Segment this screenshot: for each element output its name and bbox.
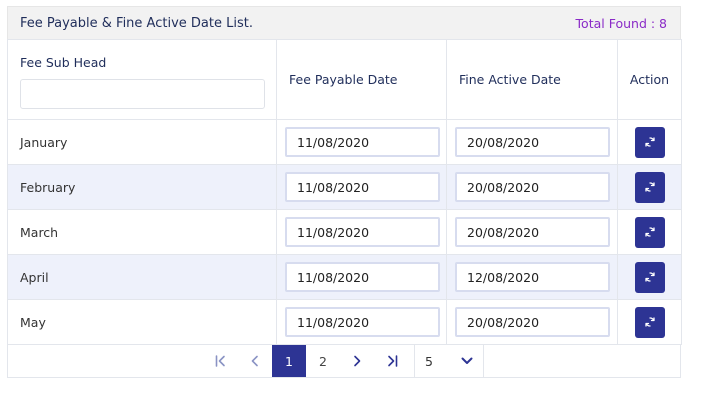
payable-date-input[interactable]: 11/08/2020: [285, 172, 440, 202]
column-header-label: Fee Sub Head: [20, 55, 107, 70]
page-title: Fee Payable & Fine Active Date List.: [20, 15, 253, 31]
next-page-button[interactable]: [340, 345, 374, 377]
column-header-payable-date: Fee Payable Date: [276, 39, 447, 120]
row-month: May: [7, 299, 277, 345]
first-page-icon: [215, 355, 225, 367]
panel-header: Fee Payable & Fine Active Date List. Tot…: [7, 6, 681, 39]
fine-date-input[interactable]: 20/08/2020: [455, 217, 610, 247]
table-row: May 11/08/2020 20/08/2020: [7, 299, 682, 345]
row-month: February: [7, 164, 277, 210]
column-header-fine-date: Fine Active Date: [446, 39, 618, 120]
refresh-icon: [644, 182, 655, 192]
column-header-action: Action: [617, 39, 682, 120]
payable-date-input[interactable]: 11/08/2020: [285, 217, 440, 247]
prev-page-button[interactable]: [238, 345, 272, 377]
refresh-icon: [644, 317, 655, 327]
pagination: 1 2 5: [7, 345, 681, 378]
row-month: April: [7, 254, 277, 300]
page-size-select[interactable]: 5: [414, 345, 484, 377]
chevron-down-icon: [461, 357, 473, 364]
update-button[interactable]: [634, 216, 665, 248]
fine-date-input[interactable]: 20/08/2020: [455, 127, 610, 157]
page-size-value: 5: [425, 353, 433, 369]
fine-date-input[interactable]: 20/08/2020: [455, 307, 610, 337]
update-button[interactable]: [634, 126, 665, 158]
table-row: March 11/08/2020 20/08/2020: [7, 209, 682, 255]
table-row: January 11/08/2020 20/08/2020: [7, 119, 682, 165]
sub-head-filter-input[interactable]: [20, 79, 265, 109]
first-page-button[interactable]: [204, 345, 238, 377]
total-found-count: Total Found : 8: [575, 15, 667, 31]
update-button[interactable]: [634, 261, 665, 293]
last-page-button[interactable]: [374, 345, 408, 377]
row-month: March: [7, 209, 277, 255]
refresh-icon: [644, 137, 655, 147]
update-button[interactable]: [634, 306, 665, 338]
table-row: April 11/08/2020 12/08/2020: [7, 254, 682, 300]
refresh-icon: [644, 272, 655, 282]
payable-date-input[interactable]: 11/08/2020: [285, 307, 440, 337]
payable-date-input[interactable]: 11/08/2020: [285, 262, 440, 292]
last-page-icon: [387, 355, 397, 367]
fee-date-table: Fee Sub Head Fee Payable Date Fine Activ…: [7, 39, 682, 345]
payable-date-input[interactable]: 11/08/2020: [285, 127, 440, 157]
fine-date-input[interactable]: 12/08/2020: [455, 262, 610, 292]
next-page-icon: [354, 355, 361, 367]
fine-date-input[interactable]: 20/08/2020: [455, 172, 610, 202]
page-1-button[interactable]: 1: [272, 345, 306, 377]
prev-page-icon: [251, 355, 258, 367]
page-2-button[interactable]: 2: [306, 345, 340, 377]
fee-date-panel: Fee Payable & Fine Active Date List. Tot…: [7, 6, 682, 378]
refresh-icon: [644, 227, 655, 237]
table-row: February 11/08/2020 20/08/2020: [7, 164, 682, 210]
table-header-row: Fee Sub Head Fee Payable Date Fine Activ…: [7, 39, 682, 120]
row-month: January: [7, 119, 277, 165]
update-button[interactable]: [634, 171, 665, 203]
column-header-sub-head: Fee Sub Head: [7, 39, 277, 120]
